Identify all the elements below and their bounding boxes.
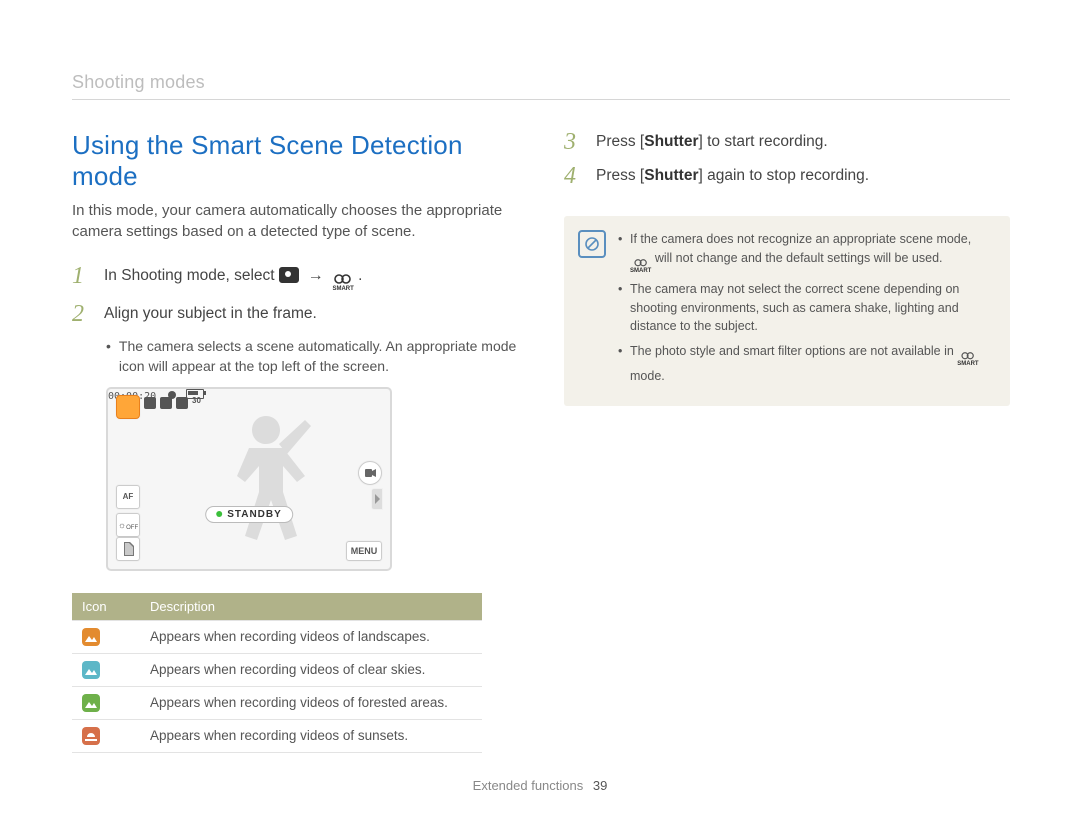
table-row: Appears when recording videos of sunsets…	[72, 719, 482, 752]
step-text: Press [	[596, 133, 644, 150]
step-number: 2	[72, 302, 90, 326]
section-title: Using the Smart Scene Detection mode	[72, 130, 518, 192]
footer-page-number: 39	[593, 778, 607, 793]
lcd-right-arrow-icon	[372, 489, 382, 509]
smart-video-icon: SMART	[957, 352, 978, 367]
table-cell-desc: Appears when recording videos of landsca…	[140, 620, 482, 653]
camera-icon	[279, 267, 299, 283]
smart-mode-badge-icon	[116, 395, 140, 419]
step-2: 2 Align your subject in the frame.	[72, 302, 518, 326]
step-text: In Shooting mode, select	[104, 267, 279, 284]
step-3: 3 Press [Shutter] to start recording.	[564, 130, 1010, 154]
camera-lcd-preview: 30 00:00:20 STANDBY AF	[106, 387, 392, 571]
step-text-end: ] again to stop recording.	[698, 167, 869, 184]
breadcrumb: Shooting modes	[72, 72, 1010, 100]
note-icon	[578, 230, 606, 258]
step-text: Align your subject in the frame.	[104, 302, 317, 326]
lcd-standby-badge: STANDBY	[205, 506, 293, 523]
table-head-icon: Icon	[72, 593, 140, 621]
table-head-desc: Description	[140, 593, 482, 621]
step-number: 1	[72, 264, 90, 292]
table-cell-desc: Appears when recording videos of foreste…	[140, 686, 482, 719]
scene-icon-table: Icon Description Appears when recording …	[72, 593, 482, 753]
step-text-end: ] to start recording.	[698, 133, 827, 150]
step-2-sub-bullet: The camera selects a scene automatically…	[106, 336, 518, 377]
sky-icon	[82, 661, 100, 679]
table-cell-desc: Appears when recording videos of sunsets…	[140, 719, 482, 752]
note-item: If the camera does not recognize an appr…	[618, 230, 992, 274]
sunset-icon	[82, 727, 100, 745]
step-4: 4 Press [Shutter] again to stop recordin…	[564, 164, 1010, 188]
table-row: Appears when recording videos of landsca…	[72, 620, 482, 653]
smart-video-icon: SMART	[332, 274, 353, 292]
table-cell-desc: Appears when recording videos of clear s…	[140, 653, 482, 686]
battery-icon	[186, 389, 204, 399]
right-column: 3 Press [Shutter] to start recording. 4 …	[564, 130, 1010, 753]
footer-section: Extended functions	[473, 778, 584, 793]
table-row: Appears when recording videos of clear s…	[72, 653, 482, 686]
forest-icon	[82, 694, 100, 712]
step-text: Press [	[596, 167, 644, 184]
step-number: 4	[564, 164, 582, 188]
smart-video-icon: SMART	[630, 259, 651, 274]
lcd-menu-icon: MENU	[346, 541, 382, 561]
lcd-record-icon	[358, 461, 382, 485]
step-number: 3	[564, 130, 582, 154]
left-column: Using the Smart Scene Detection mode In …	[72, 130, 518, 753]
lcd-off-icon: ☼OFF	[116, 513, 140, 537]
section-intro: In this mode, your camera automatically …	[72, 200, 518, 242]
step-bold: Shutter	[644, 133, 698, 150]
note-item: The photo style and smart filter options…	[618, 342, 992, 386]
note-item: The camera may not select the correct sc…	[618, 280, 992, 336]
step-text-end: .	[358, 267, 362, 284]
manual-page: Shooting modes Using the Smart Scene Det…	[0, 0, 1080, 815]
arrow-icon: →	[303, 267, 328, 284]
step-bold: Shutter	[644, 167, 698, 184]
step-1: 1 In Shooting mode, select → SMART .	[72, 264, 518, 292]
lcd-af-icon: AF	[116, 485, 140, 509]
landscape-icon	[82, 628, 100, 646]
note-box: If the camera does not recognize an appr…	[564, 216, 1010, 406]
table-row: Appears when recording videos of foreste…	[72, 686, 482, 719]
person-silhouette-icon	[211, 404, 321, 554]
page-footer: Extended functions 39	[0, 778, 1080, 793]
lcd-storage-icon	[116, 537, 140, 561]
